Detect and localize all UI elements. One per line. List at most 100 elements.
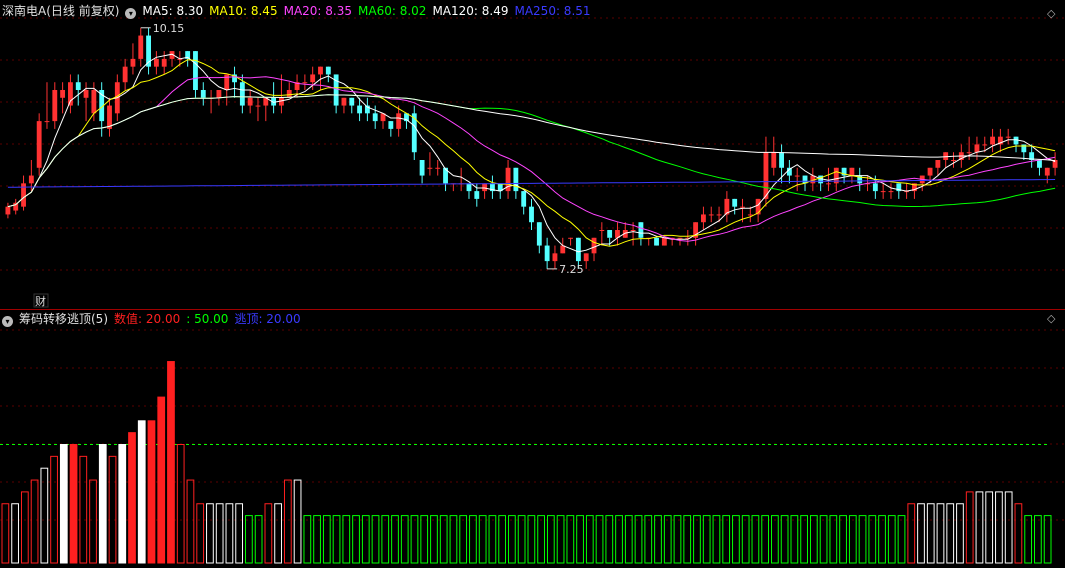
candle-body: [974, 144, 980, 153]
chevron-down-icon[interactable]: ▾: [125, 8, 137, 19]
indicator-bar: [712, 515, 721, 564]
indicator-bar: [303, 515, 312, 564]
indicator-bar: [167, 361, 175, 564]
indicator-bar: [264, 503, 273, 564]
indicator-bar: [517, 515, 526, 564]
candle-body: [880, 191, 886, 193]
indicator-bar: [566, 515, 575, 564]
candle-body: [583, 253, 589, 262]
indicator-bar: [537, 515, 545, 564]
indicator-bar: [634, 515, 643, 564]
indicator-bar: [800, 515, 808, 564]
candle-body: [325, 66, 331, 75]
indicator-bar: [917, 503, 925, 564]
stock-name[interactable]: 深南电A(日线 前复权): [2, 4, 119, 18]
indicator-bar: [79, 455, 88, 564]
indicator-bar: [683, 515, 692, 564]
candle-body: [607, 230, 613, 238]
indicator-bar: [274, 503, 282, 564]
indicator-bar: [215, 503, 224, 564]
indicator-bar: [644, 515, 653, 564]
collapse-icon[interactable]: ◇: [1047, 7, 1055, 20]
indicator-bar: [780, 515, 789, 564]
indicator-bar: [89, 479, 97, 564]
indicator-bar: [771, 515, 779, 564]
indicator-bar: [420, 515, 429, 564]
indicator-bar: [556, 515, 565, 564]
indicator-bar: [410, 515, 419, 564]
indicator-bar: [585, 515, 594, 564]
indicator-bar: [897, 515, 906, 564]
candle-body: [708, 214, 714, 216]
ma-legend-item: MA5: 8.30: [142, 4, 204, 18]
candle-body: [239, 82, 245, 106]
indicator-bar: [254, 515, 263, 564]
candle-body: [28, 175, 34, 184]
candle-body: [130, 58, 136, 67]
candle-body: [1005, 136, 1011, 138]
candle-body: [529, 206, 534, 223]
indicator-bar: [371, 515, 380, 564]
indicator-bar: [59, 444, 68, 564]
indicator-bar: [995, 491, 1003, 564]
indicator-bar: [663, 515, 672, 564]
candle-body: [943, 152, 949, 160]
candle-body: [794, 175, 800, 177]
candle-body: [83, 90, 89, 98]
candle-body: [661, 237, 667, 246]
candle-body: [216, 90, 222, 98]
candle-body: [599, 230, 605, 231]
ma-legend-item: MA250: 8.51: [514, 4, 591, 18]
candle-body: [536, 222, 542, 246]
collapse-icon[interactable]: ◇: [1047, 312, 1055, 325]
indicator-bar: [342, 515, 351, 564]
indicator-bar: [693, 515, 701, 564]
indicator-bar: [965, 491, 974, 564]
indicator-bar: [732, 515, 740, 564]
candle-body: [435, 167, 441, 169]
indicator-bar: [848, 515, 857, 564]
candle-body: [755, 198, 761, 215]
indicator-bar: [11, 503, 19, 564]
indicator-bar: [69, 444, 78, 564]
indicator-bar: [186, 479, 195, 564]
indicator-legend-item: 逃顶: 20.00: [234, 312, 301, 326]
candle-body: [872, 183, 878, 192]
indicator-bar: [40, 467, 49, 564]
ma-legend-item: MA60: 8.02: [358, 4, 427, 18]
candle-body: [747, 214, 753, 216]
candle-body: [826, 183, 831, 185]
indicator-bar: [118, 444, 127, 564]
fin-marker: 财: [35, 294, 46, 308]
candle-body: [888, 191, 894, 193]
indicator-bar: [478, 515, 487, 564]
indicator-bar: [439, 515, 448, 564]
candle-body: [310, 74, 316, 83]
indicator-bar: [839, 515, 847, 564]
candle-body: [732, 198, 738, 207]
low-label: 7.25: [559, 263, 584, 276]
candle-body: [568, 237, 573, 239]
candle-body: [255, 105, 261, 107]
indicator-bar: [1004, 491, 1013, 564]
indicator-bar: [20, 491, 29, 564]
candle-body: [75, 82, 81, 90]
candle-body: [91, 90, 97, 114]
candle-body: [474, 191, 480, 199]
indicator-bar: [206, 503, 214, 564]
indicator-bar: [225, 503, 234, 564]
indicator-name[interactable]: 筹码转移逃顶(5): [19, 312, 108, 326]
indicator-bar: [400, 515, 409, 564]
indicator-bar: [128, 432, 136, 564]
candle-body: [544, 245, 550, 262]
candle-body: [138, 35, 144, 59]
indicator-bar: [926, 503, 935, 564]
indicator-bar: [1043, 515, 1052, 564]
candle-body: [161, 58, 167, 67]
indicator-bar: [673, 515, 682, 564]
chevron-down-icon[interactable]: ▾: [2, 316, 13, 327]
candle-body: [740, 206, 745, 208]
indicator-bar: [1024, 515, 1033, 564]
indicator-bar: [956, 503, 964, 564]
candle-body: [419, 160, 425, 176]
